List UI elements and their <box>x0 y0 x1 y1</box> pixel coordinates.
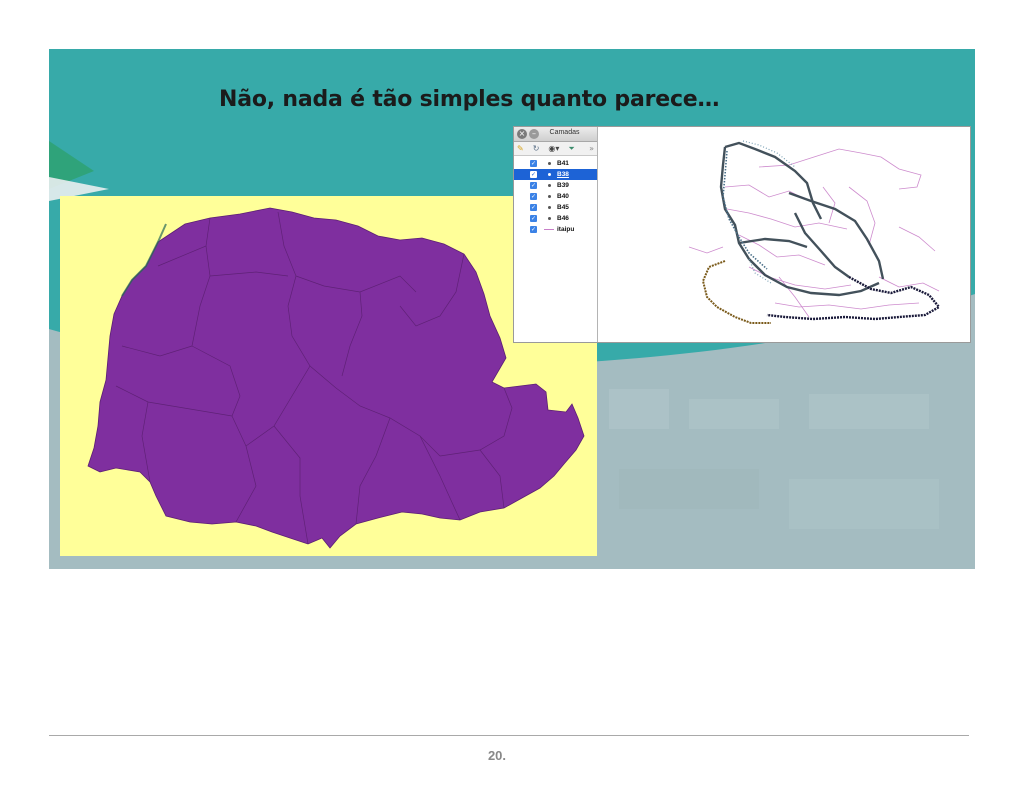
point-symbol-icon <box>543 173 555 176</box>
checkbox-icon[interactable]: ✓ <box>530 160 537 167</box>
river-network-map <box>688 140 941 324</box>
line-symbol-icon <box>543 229 555 230</box>
route-b39 <box>742 140 796 284</box>
route-b41 <box>719 141 885 297</box>
footer-rule <box>49 735 969 736</box>
parana-state-shape <box>87 207 585 549</box>
layers-panel: × – Camadas ✎ ↻ ◉▾ ⏷ » ✓ B41 ✓ B38 ✓ B39… <box>514 127 598 342</box>
layer-item-b46[interactable]: ✓ B46 <box>514 213 597 224</box>
qgis-map-canvas[interactable] <box>599 127 970 342</box>
layers-titlebar: × – Camadas <box>514 127 597 142</box>
checkbox-icon[interactable]: ✓ <box>530 226 537 233</box>
layer-item-b45[interactable]: ✓ B45 <box>514 202 597 213</box>
refresh-icon[interactable]: ↻ <box>533 144 540 154</box>
checkbox-icon[interactable]: ✓ <box>530 182 537 189</box>
page-number: 20. <box>487 748 507 763</box>
layers-toolbar: ✎ ↻ ◉▾ ⏷ » <box>514 142 597 156</box>
layer-list: ✓ B41 ✓ B38 ✓ B39 ✓ B40 ✓ B45 ✓ B46 ✓ it… <box>514 156 597 235</box>
layer-item-b41[interactable]: ✓ B41 <box>514 158 597 169</box>
checkbox-icon[interactable]: ✓ <box>530 193 537 200</box>
checkbox-icon[interactable]: ✓ <box>530 204 537 211</box>
layer-item-b40[interactable]: ✓ B40 <box>514 191 597 202</box>
itaipu-river-lines <box>688 148 940 318</box>
checkbox-icon[interactable]: ✓ <box>530 215 537 222</box>
point-symbol-icon <box>543 217 555 220</box>
layer-item-b38[interactable]: ✓ B38 <box>514 169 597 180</box>
point-symbol-icon <box>543 206 555 209</box>
chevron-double-right-icon[interactable]: » <box>589 144 594 154</box>
layer-label: B40 <box>557 193 569 200</box>
layer-label: B39 <box>557 182 569 189</box>
layer-item-itaipu[interactable]: ✓ itaipu <box>514 224 597 235</box>
layer-label: B38 <box>557 171 569 178</box>
checkbox-icon[interactable]: ✓ <box>530 171 537 178</box>
layers-panel-title: Camadas <box>549 129 580 136</box>
qgis-window: × – Camadas ✎ ↻ ◉▾ ⏷ » ✓ B41 ✓ B38 ✓ B39… <box>513 126 971 343</box>
route-b45 <box>766 275 941 321</box>
filter-icon[interactable]: ⏷ <box>568 144 574 154</box>
layer-label: itaipu <box>557 226 575 233</box>
layer-item-b39[interactable]: ✓ B39 <box>514 180 597 191</box>
layer-label: B46 <box>557 215 569 222</box>
layer-label: B41 <box>557 160 569 167</box>
slide-title: Não, nada é tão simples quanto parece… <box>219 87 720 112</box>
slide: Não, nada é tão simples quanto parece… ×… <box>49 49 975 569</box>
eye-icon[interactable]: ◉▾ <box>548 144 559 154</box>
point-symbol-icon <box>543 184 555 187</box>
point-symbol-icon <box>543 162 555 165</box>
layer-label: B45 <box>557 204 569 211</box>
paint-brush-icon[interactable]: ✎ <box>517 144 524 154</box>
point-symbol-icon <box>543 195 555 198</box>
